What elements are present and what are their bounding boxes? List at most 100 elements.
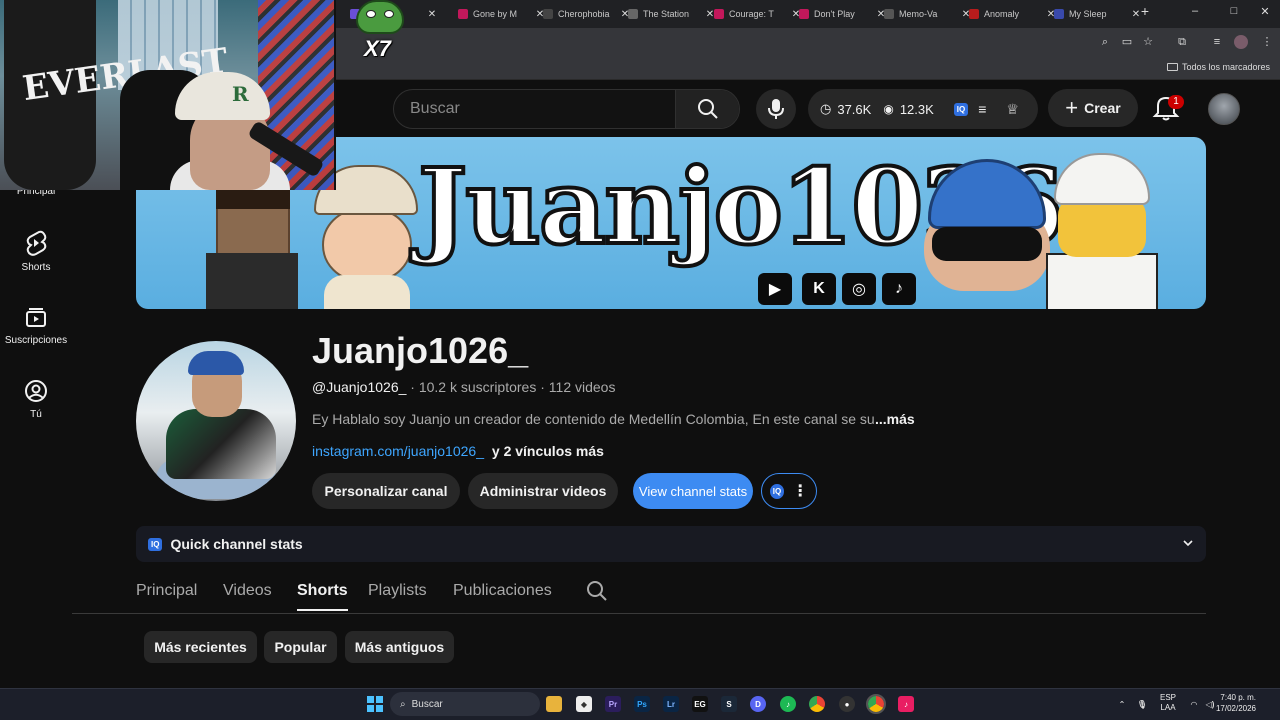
search-box[interactable]: Buscar <box>393 89 740 129</box>
windows-start-icon[interactable] <box>367 696 383 712</box>
tab-favicon-icon <box>628 9 638 19</box>
epic-games-icon[interactable]: EG <box>692 696 708 712</box>
voice-search-button[interactable] <box>756 89 796 129</box>
premiere-icon[interactable]: Pr <box>605 696 621 712</box>
chip-mas-antiguos[interactable]: Más antiguos <box>345 631 454 663</box>
wifi-icon[interactable]: ◠ <box>1186 696 1202 712</box>
channel-description[interactable]: Ey Hablalo soy Juanjo un creador de cont… <box>312 411 875 427</box>
chip-popular[interactable]: Popular <box>264 631 337 663</box>
search-input[interactable]: Buscar <box>410 100 460 118</box>
pepe-multiplier: X7 <box>364 36 391 61</box>
customize-channel-button[interactable]: Personalizar canal <box>312 473 460 509</box>
minimize-button[interactable]: – <box>1186 5 1204 17</box>
sidebar-item-tu[interactable]: Tú <box>0 379 72 420</box>
new-tab-button[interactable]: + <box>1136 3 1154 19</box>
spotify-icon[interactable]: ♪ <box>780 696 796 712</box>
manage-videos-button[interactable]: Administrar videos <box>468 473 618 509</box>
sidebar-item-label: Tú <box>30 409 42 420</box>
extensions-icon[interactable]: ⧉ <box>1175 35 1189 49</box>
sidebar-item-suscripciones[interactable]: Suscripciones <box>0 305 72 346</box>
list-icon[interactable]: ≡ <box>978 101 986 117</box>
taskbar-search[interactable]: ⌕ Buscar <box>390 692 540 716</box>
lightroom-icon[interactable]: Lr <box>663 696 679 712</box>
browser-tab[interactable]: Courage: T ✕ <box>714 4 801 24</box>
vidiq-icon: IQ <box>148 537 163 551</box>
photoshop-icon[interactable]: Ps <box>634 696 650 712</box>
account-avatar[interactable] <box>1208 93 1240 125</box>
channel-search-icon[interactable] <box>586 580 608 602</box>
banner-funko-character <box>922 153 1052 309</box>
browser-tab[interactable]: Cherophobia ✕ <box>543 4 630 24</box>
tab-favicon-icon <box>458 9 468 19</box>
browser-tab[interactable]: The Station ✕ <box>628 4 715 24</box>
maximize-button[interactable]: □ <box>1225 5 1243 17</box>
vidiq-options-button[interactable]: IQ ⋮ <box>761 473 817 509</box>
browser-tab[interactable]: My Sleep ✕ <box>1054 4 1141 24</box>
cartoon-face <box>322 209 412 281</box>
search-icon: ⌕ <box>400 698 406 710</box>
search-icon <box>697 99 718 119</box>
sidebar-item-shorts[interactable]: Shorts <box>0 230 72 273</box>
menu-icon[interactable]: ⋮ <box>1260 35 1274 49</box>
folder-icon <box>1166 63 1178 71</box>
tab-favicon-icon <box>969 9 979 19</box>
view-channel-stats-button[interactable]: View channel stats <box>633 473 753 509</box>
user-icon <box>25 380 47 402</box>
tab-shorts[interactable]: Shorts <box>297 582 348 611</box>
views-value: 12.3K <box>899 101 934 117</box>
tab-label: Memo-Va <box>899 9 938 19</box>
chrome-icon[interactable] <box>809 696 825 712</box>
browser-tab[interactable]: Don't Play ✕ <box>799 4 886 24</box>
profile-icon[interactable] <box>1234 35 1248 49</box>
language-indicator[interactable]: ESP LAA <box>1160 693 1176 713</box>
banner-lego-character <box>1046 153 1158 309</box>
obs-icon[interactable]: ● <box>839 696 855 712</box>
media-icon[interactable]: ≡ <box>1210 35 1224 49</box>
description-more-link[interactable]: ...más <box>875 411 915 427</box>
tab-principal[interactable]: Principal <box>136 582 197 600</box>
file-explorer-icon[interactable] <box>546 696 562 712</box>
chip-mas-recientes[interactable]: Más recientes <box>144 631 257 663</box>
tab-favicon-icon <box>714 9 724 19</box>
banner-minecraft-body <box>206 253 298 309</box>
vidiq-stats-pill[interactable]: ◷ 37.6K ◉ 12.3K IQ ≡ ♕ <box>808 89 1038 129</box>
bookmark-star-icon[interactable]: ☆ <box>1141 35 1155 49</box>
zoom-icon[interactable]: ⌕ <box>1098 35 1112 49</box>
cap-logo: R <box>232 82 249 106</box>
create-label: Crear <box>1084 100 1121 116</box>
pepe-eye <box>384 10 394 18</box>
create-button[interactable]: + Crear <box>1048 89 1138 127</box>
chrome-active-icon[interactable] <box>866 694 886 714</box>
search-button[interactable] <box>675 90 739 128</box>
pepe-eye <box>366 10 376 18</box>
tab-close-icon[interactable]: ✕ <box>427 9 437 20</box>
chevron-down-icon[interactable] <box>1182 537 1194 549</box>
steam-icon[interactable]: S <box>721 696 737 712</box>
tray-mic-icon[interactable]: 🎙 <box>1134 696 1150 712</box>
close-window-button[interactable]: ✕ <box>1256 5 1274 18</box>
tab-playlists[interactable]: Playlists <box>368 582 427 600</box>
tab-videos[interactable]: Videos <box>223 582 272 600</box>
tiktok-icon[interactable]: ♪ <box>898 696 914 712</box>
channel-avatar[interactable] <box>136 341 296 501</box>
discord-icon[interactable]: D <box>750 696 766 712</box>
quick-channel-stats-bar[interactable]: IQ Quick channel stats <box>136 526 1206 562</box>
avatar-jacket <box>166 409 276 479</box>
trophy-icon[interactable]: ♕ <box>1006 101 1019 118</box>
cast-icon[interactable]: ▭ <box>1120 35 1134 49</box>
tab-publicaciones[interactable]: Publicaciones <box>453 582 552 600</box>
layout-label: LAA <box>1160 703 1176 712</box>
taskbar-clock[interactable]: 7:40 p. m. 17/02/2026 <box>1216 692 1256 714</box>
more-links[interactable]: y 2 vínculos más <box>492 443 604 459</box>
more-vert-icon: ⋮ <box>792 483 809 500</box>
app-icon[interactable]: ◆ <box>576 696 592 712</box>
instagram-link[interactable]: instagram.com/juanjo1026_ <box>312 443 484 459</box>
browser-tab[interactable]: Memo-Va ✕ <box>884 4 971 24</box>
browser-tab[interactable]: Anomaly ✕ <box>969 4 1056 24</box>
vidiq-icon[interactable]: IQ <box>953 102 969 116</box>
tray-chevron-icon[interactable]: ⌃ <box>1114 696 1130 712</box>
instagram-social-icon: ◎ <box>842 273 876 305</box>
lego-cap <box>1054 153 1150 205</box>
browser-tab[interactable]: Gone by M ✕ <box>458 4 545 24</box>
all-bookmarks[interactable]: Todos los marcadores <box>1166 62 1270 72</box>
